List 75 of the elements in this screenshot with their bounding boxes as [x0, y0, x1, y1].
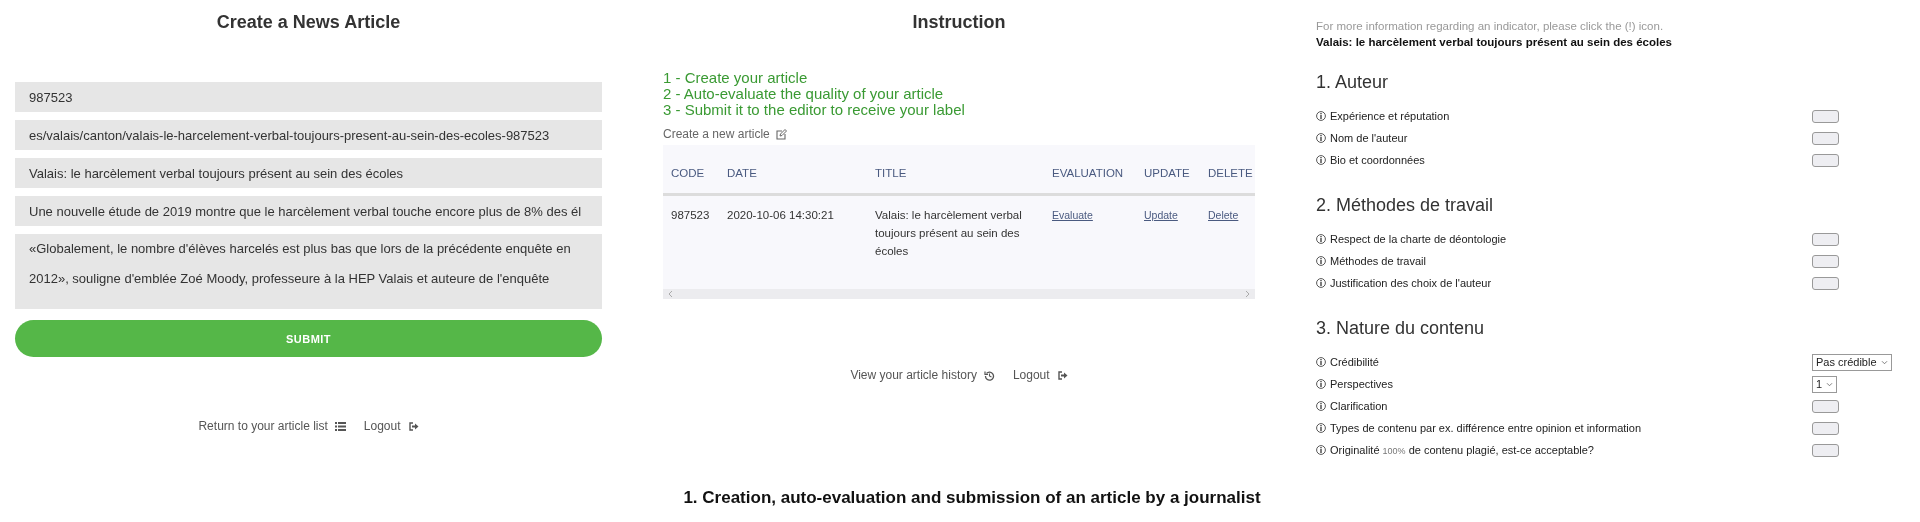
- input-field[interactable]: es/valais/canton/valais-le-harcelement-verbal-toujours-present-au-sein-des-ecoles-987523: [15, 120, 602, 150]
- history-link[interactable]: View your article history: [850, 368, 995, 382]
- score-field[interactable]: [1812, 254, 1839, 268]
- info-icon[interactable]: [1316, 234, 1326, 244]
- indicator-label: Bio et coordonnées: [1330, 154, 1425, 166]
- info-icon[interactable]: [1316, 401, 1326, 411]
- scroll-right-icon: [1245, 290, 1251, 298]
- logout-icon: [407, 420, 419, 432]
- info-icon[interactable]: [1316, 379, 1326, 389]
- indicator-label: Méthodes de travail: [1330, 255, 1426, 267]
- indicator-label: Crédibilité: [1330, 356, 1379, 368]
- caret-icon: [1880, 359, 1888, 365]
- score-dropdown[interactable]: 1: [1812, 375, 1838, 393]
- article-title: Valais: le harcèlement verbal toujours présent au sein des écoles: [1316, 36, 1673, 48]
- instruction-step: 1 - Create your article: [663, 70, 1255, 86]
- new-article-link[interactable]: Create a new article: [663, 127, 787, 141]
- caret-icon: [1826, 381, 1834, 387]
- input-field[interactable]: Une nouvelle étude de 2019 montre que le harcèlement verbal touche encore plus de 8% des él: [15, 196, 602, 226]
- instruction-step: 3 - Submit it to the editor to receive your label: [663, 102, 1255, 118]
- section-heading: 1. Auteur: [1316, 72, 1390, 93]
- column-header: TITLE: [867, 145, 1044, 195]
- info-text: For more information regarding an indicator, please click the (!) icon.: [1316, 20, 1665, 32]
- section-heading: 3. Nature du contenu: [1316, 318, 1486, 339]
- column-header: DATE: [719, 145, 867, 195]
- section-heading: 2. Méthodes de travail: [1316, 195, 1495, 216]
- info-icon[interactable]: [1316, 357, 1326, 367]
- score-field[interactable]: [1812, 276, 1839, 290]
- indicator-label: Nom de l'auteur: [1330, 132, 1408, 144]
- score-field[interactable]: [1812, 153, 1839, 167]
- input-field[interactable]: Valais: le harcèlement verbal toujours présent au sein des écoles: [15, 158, 602, 188]
- info-icon[interactable]: [1316, 445, 1326, 455]
- indicator-label: Clarification: [1330, 400, 1388, 412]
- info-icon[interactable]: [1316, 133, 1326, 143]
- score-field[interactable]: [1812, 443, 1839, 457]
- list-icon: [334, 420, 346, 432]
- indicator-label: Originalité 100% de contenu plagié, est-ce acceptable?: [1330, 444, 1594, 456]
- article-list-link[interactable]: Return to your article list: [198, 419, 346, 433]
- table-cell: Valais: le harcèlement verbal toujours présent au sein des écoles: [875, 209, 1022, 257]
- score-field[interactable]: [1812, 399, 1839, 413]
- indicator-label: Types de contenu par ex. différence entre opinion et information: [1330, 422, 1642, 434]
- table-cell: 2020-10-06 14:30:21: [727, 209, 834, 221]
- logout-icon: [1056, 369, 1068, 381]
- info-icon[interactable]: [1316, 111, 1326, 121]
- score-field[interactable]: [1812, 421, 1839, 435]
- column-header: CODE: [663, 145, 719, 195]
- info-icon[interactable]: [1316, 423, 1326, 433]
- input-field[interactable]: 987523: [15, 82, 602, 112]
- figure-caption: 1. Creation, auto-evaluation and submission of an article by a journalist: [682, 488, 1262, 508]
- evaluate-link[interactable]: Evaluate: [1052, 209, 1093, 221]
- page-title: Create a News Article: [215, 12, 402, 34]
- indicator-label: Respect de la charte de déontologie: [1330, 233, 1507, 245]
- column-header: DELETE: [1200, 145, 1255, 195]
- delete-link[interactable]: Delete: [1208, 209, 1239, 221]
- logout-link[interactable]: Logout: [1012, 368, 1068, 382]
- info-icon[interactable]: [1316, 256, 1326, 266]
- info-icon[interactable]: [1316, 278, 1326, 288]
- indicator-label: Expérience et réputation: [1330, 110, 1450, 122]
- info-icon[interactable]: [1316, 155, 1326, 165]
- logout-link[interactable]: Logout: [363, 419, 419, 433]
- score-field[interactable]: [1812, 232, 1839, 246]
- edit-icon: [775, 128, 787, 140]
- table-cell: 987523: [671, 209, 710, 221]
- scroll-left-icon: [667, 290, 673, 298]
- column-header: EVALUATION: [1044, 145, 1136, 195]
- text-area[interactable]: «Globalement, le nombre d'élèves harcelés est plus bas que lors de la précédente enquête en 2012», souligne d'emblée Zoé Moody, professeure à la HEP Valais et auteure de l'enquête: [15, 234, 602, 309]
- score-field[interactable]: [1812, 109, 1839, 123]
- update-link[interactable]: Update: [1144, 209, 1178, 221]
- page-title: Instruction: [911, 12, 1007, 34]
- score-dropdown[interactable]: Pas crédible: [1812, 353, 1892, 371]
- indicator-label: Justification des choix de l'auteur: [1330, 277, 1492, 289]
- column-header: UPDATE: [1136, 145, 1200, 195]
- indicator-label: Perspectives: [1330, 378, 1393, 390]
- instruction-step: 2 - Auto-evaluate the quality of your article: [663, 86, 1255, 102]
- history-icon: [983, 369, 995, 381]
- score-field[interactable]: [1812, 131, 1839, 145]
